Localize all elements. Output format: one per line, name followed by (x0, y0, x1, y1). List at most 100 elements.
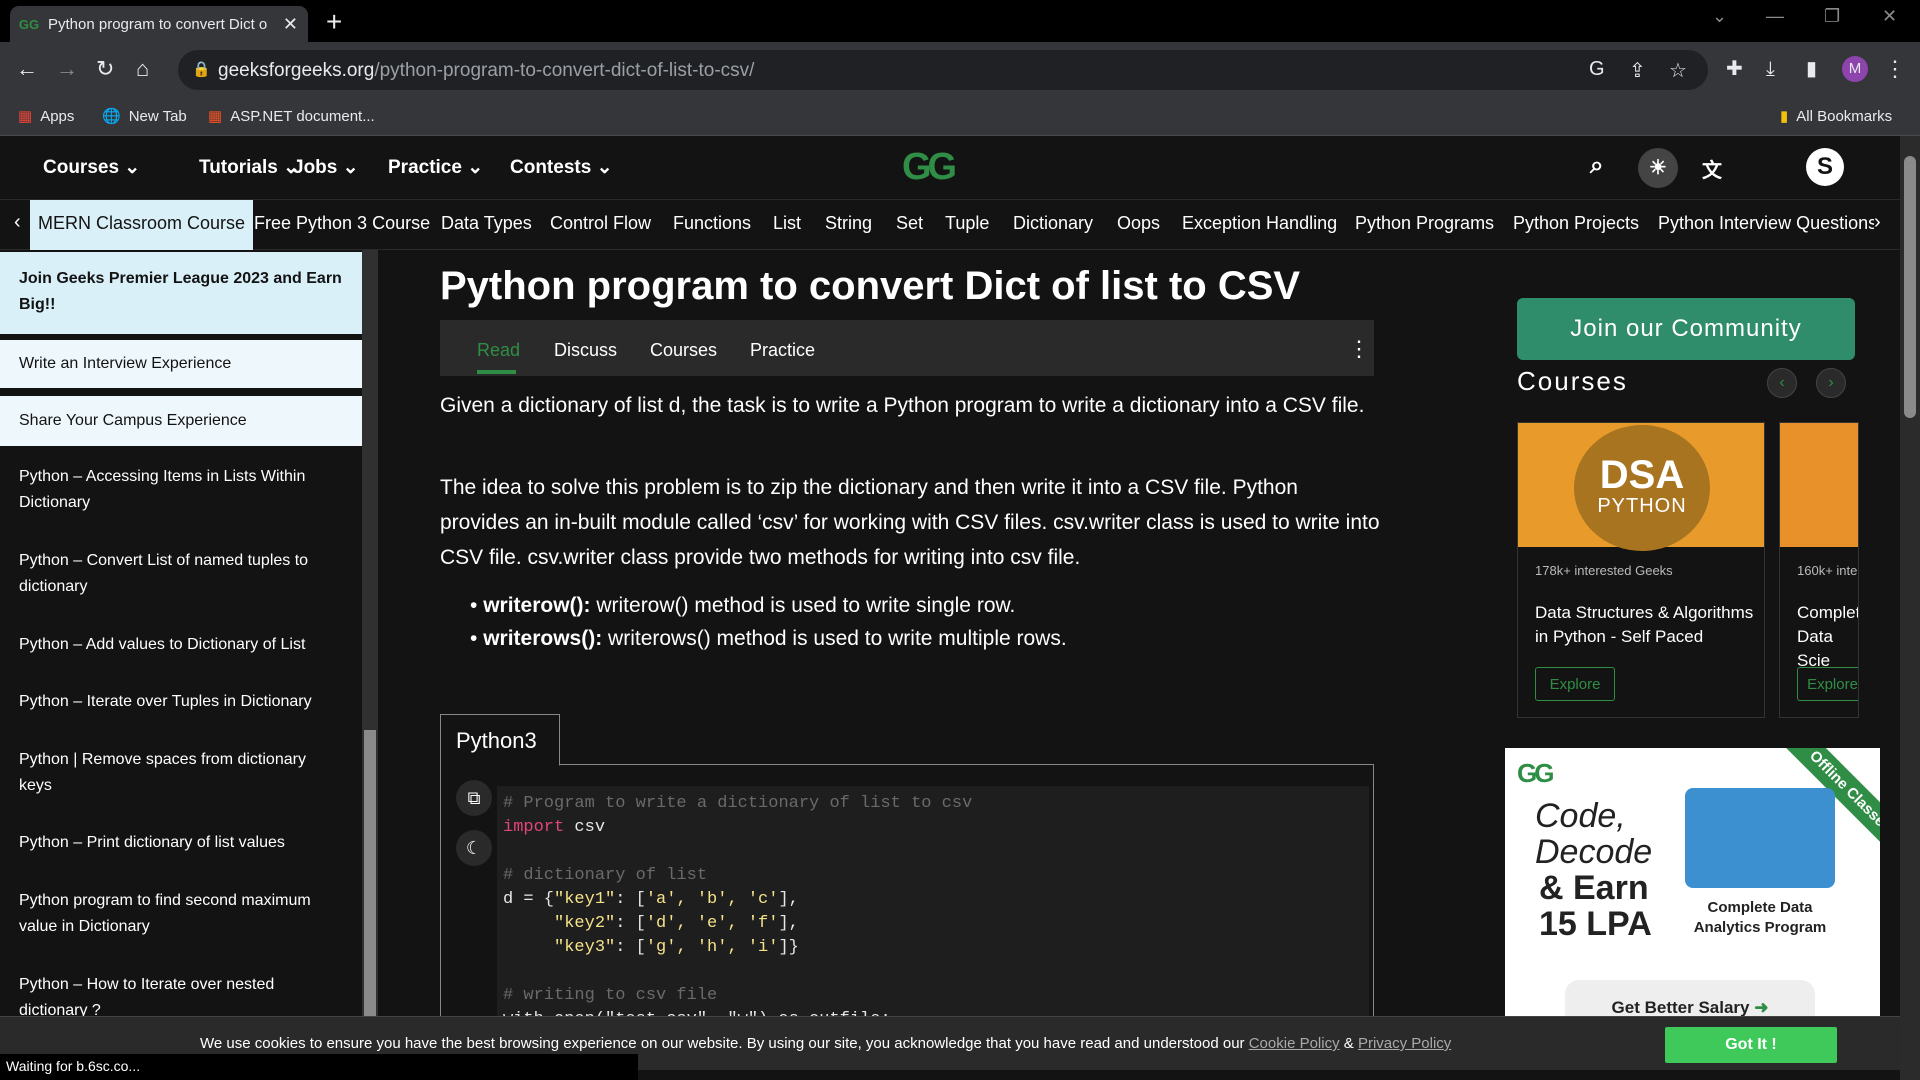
nav-courses[interactable]: Courses ⌄ (43, 156, 140, 179)
tab-practice[interactable]: Practice (750, 340, 815, 361)
download-icon[interactable]: ⤓ (1766, 56, 1775, 82)
google-lens-icon[interactable]: G (1589, 58, 1605, 81)
all-bookmarks[interactable]: ▮ All Bookmarks (1780, 107, 1892, 126)
sidebar-campus-experience[interactable]: Share Your Campus Experience (0, 396, 362, 446)
cookie-text: We use cookies to ensure you have the be… (200, 1035, 1249, 1052)
browser-tab[interactable]: GG Python program to convert Dict o ✕ (10, 6, 308, 42)
new-tab-button[interactable]: + (326, 6, 342, 38)
subnav-item[interactable]: Python Interview Questions (1658, 213, 1877, 234)
code-language-tab[interactable]: Python3 (440, 714, 560, 766)
profile-avatar[interactable]: M (1842, 56, 1868, 82)
copy-code-icon[interactable]: ⧉ (456, 780, 492, 816)
nav-label: Contests (510, 157, 592, 178)
subnav-mern[interactable]: MERN Classroom Course (30, 200, 254, 250)
nav-jobs[interactable]: Jobs ⌄ (293, 156, 359, 179)
course-thumbnail: DSA PYTHON (1518, 423, 1764, 551)
code-string: "key1" (554, 890, 616, 909)
subnav-item[interactable]: List (773, 213, 801, 234)
side-panel-icon[interactable]: ▮ (1806, 56, 1817, 82)
menu-kebab-icon[interactable]: ⋮ (1884, 56, 1906, 82)
lock-icon[interactable]: 🔒 (192, 60, 211, 78)
url-text[interactable]: geeksforgeeks.org/python-program-to-conv… (218, 60, 754, 82)
bookmark-new-tab[interactable]: 🌐 New Tab (102, 107, 187, 126)
cookie-policy-link[interactable]: Cookie Policy (1249, 1035, 1340, 1052)
reload-icon[interactable]: ↻ (96, 56, 114, 82)
got-it-button[interactable]: Got It ! (1665, 1027, 1837, 1063)
course-name[interactable]: Data Structures & Algorithms in Python -… (1535, 601, 1755, 649)
subnav-item[interactable]: Python Programs (1355, 213, 1494, 234)
subnav-item[interactable]: Oops (1117, 213, 1160, 234)
url-path: /python-program-to-convert-dict-of-list-… (374, 60, 755, 81)
subnav-item[interactable]: Exception Handling (1182, 213, 1337, 234)
tab-search-icon[interactable]: ⌄ (1712, 6, 1727, 27)
subnav-next-icon[interactable]: › (1874, 211, 1881, 234)
home-icon[interactable]: ⌂ (136, 56, 149, 82)
translate-icon[interactable]: 文 (1702, 154, 1722, 183)
subnav-item[interactable]: Set (896, 213, 923, 234)
arrow-right-icon: ➜ (1754, 998, 1769, 1017)
sidebar-article-link[interactable]: Python – Print dictionary of list values (0, 830, 362, 856)
tab-courses[interactable]: Courses (650, 340, 717, 361)
nav-contests[interactable]: Contests ⌄ (510, 156, 613, 179)
tab-read-underline (477, 370, 516, 374)
sidebar-article-link[interactable]: Python – Iterate over Tuples in Dictiona… (0, 689, 362, 715)
explore-button[interactable]: Explore (1797, 667, 1858, 701)
privacy-policy-link[interactable]: Privacy Policy (1358, 1035, 1451, 1052)
subnav-item[interactable]: Functions (673, 213, 751, 234)
sidebar-scrollbar-thumb[interactable] (364, 730, 376, 1030)
article-title: Python program to convert Dict of list t… (440, 264, 1301, 308)
page-scrollbar-thumb[interactable] (1904, 156, 1916, 418)
sidebar-article-link[interactable]: Python program to find second maximum va… (0, 888, 362, 940)
dark-mode-icon[interactable]: ☾ (456, 830, 492, 866)
minimize-button[interactable]: — (1766, 6, 1784, 27)
tab-title: Python program to convert Dict o (48, 15, 268, 33)
back-icon[interactable]: ← (16, 56, 38, 82)
extensions-icon[interactable]: ✚ (1726, 56, 1743, 82)
sidebar-write-experience[interactable]: Write an Interview Experience (0, 340, 362, 388)
sidebar-article-link[interactable]: Python – Add values to Dictionary of Lis… (0, 632, 362, 658)
bookmark-apps[interactable]: ▦ Apps (18, 107, 74, 126)
subnav-item[interactable]: Free Python 3 Course (254, 213, 430, 234)
subnav-item[interactable]: Dictionary (1013, 213, 1093, 234)
gfg-logo[interactable]: GG (902, 146, 957, 189)
subnav-prev-icon[interactable]: ‹ (14, 211, 21, 234)
join-community-button[interactable]: Join our Community (1517, 298, 1855, 360)
address-bar[interactable]: 🔒 geeksforgeeks.org/python-program-to-co… (178, 50, 1708, 90)
bookmarks-bar: ▦ Apps 🌐 New Tab ▦ ASP.NET document... ▮ All… (0, 98, 1920, 136)
sidebar-article-link[interactable]: Python – Accessing Items in Lists Within… (0, 464, 362, 516)
subnav-item[interactable]: Control Flow (550, 213, 651, 234)
tab-read[interactable]: Read (477, 340, 520, 361)
restore-button[interactable]: ❐ (1824, 6, 1840, 27)
user-avatar[interactable]: S (1806, 148, 1844, 186)
courses-prev-icon[interactable]: ‹ (1767, 368, 1797, 398)
subnav-item[interactable]: Data Types (441, 213, 532, 234)
course-card[interactable]: DSA PYTHON 178k+ interested Geeks Data S… (1517, 422, 1765, 718)
subnav-item[interactable]: Python Projects (1513, 213, 1639, 234)
nav-tutorials[interactable]: Tutorials ⌄ (199, 156, 299, 179)
offline-classes-ad[interactable]: GG Offline Classes Code, Decode & Earn 15 … (1505, 748, 1880, 1030)
course-name[interactable]: Complet Data Scie (1797, 601, 1858, 673)
sidebar-article-link[interactable]: Python | Remove spaces from dictionary k… (0, 747, 362, 799)
more-options-icon[interactable]: ⋮ (1348, 336, 1370, 362)
close-window-button[interactable]: ✕ (1882, 6, 1897, 27)
share-icon[interactable]: ⇪ (1629, 58, 1646, 83)
nav-practice[interactable]: Practice ⌄ (388, 156, 483, 179)
search-icon[interactable]: ⌕ (1590, 152, 1603, 180)
subnav-item[interactable]: Tuple (945, 213, 989, 234)
nav-label: Jobs (293, 157, 338, 178)
close-tab-icon[interactable]: ✕ (283, 14, 298, 35)
theme-toggle-icon[interactable]: ☀ (1638, 148, 1678, 188)
courses-next-icon[interactable]: › (1816, 368, 1846, 398)
sidebar-article-link[interactable]: Python – Convert List of named tuples to… (0, 548, 362, 600)
sidebar-scrollbar[interactable] (362, 250, 378, 1030)
bookmark-aspnet[interactable]: ▦ ASP.NET document... (208, 107, 375, 126)
bookmark-star-icon[interactable]: ☆ (1669, 58, 1687, 83)
browser-tab-strip: GG Python program to convert Dict o ✕ + … (0, 0, 1920, 42)
sidebar-promo-gpl[interactable]: Join Geeks Premier League 2023 and Earn … (0, 252, 362, 334)
course-card[interactable]: 160k+ inte Complet Data Scie Explore (1779, 422, 1859, 718)
explore-button[interactable]: Explore (1535, 667, 1615, 701)
subnav-item[interactable]: String (825, 213, 872, 234)
tab-discuss[interactable]: Discuss (554, 340, 617, 361)
forward-icon[interactable]: → (56, 56, 78, 82)
page-scrollbar[interactable] (1900, 136, 1920, 1080)
